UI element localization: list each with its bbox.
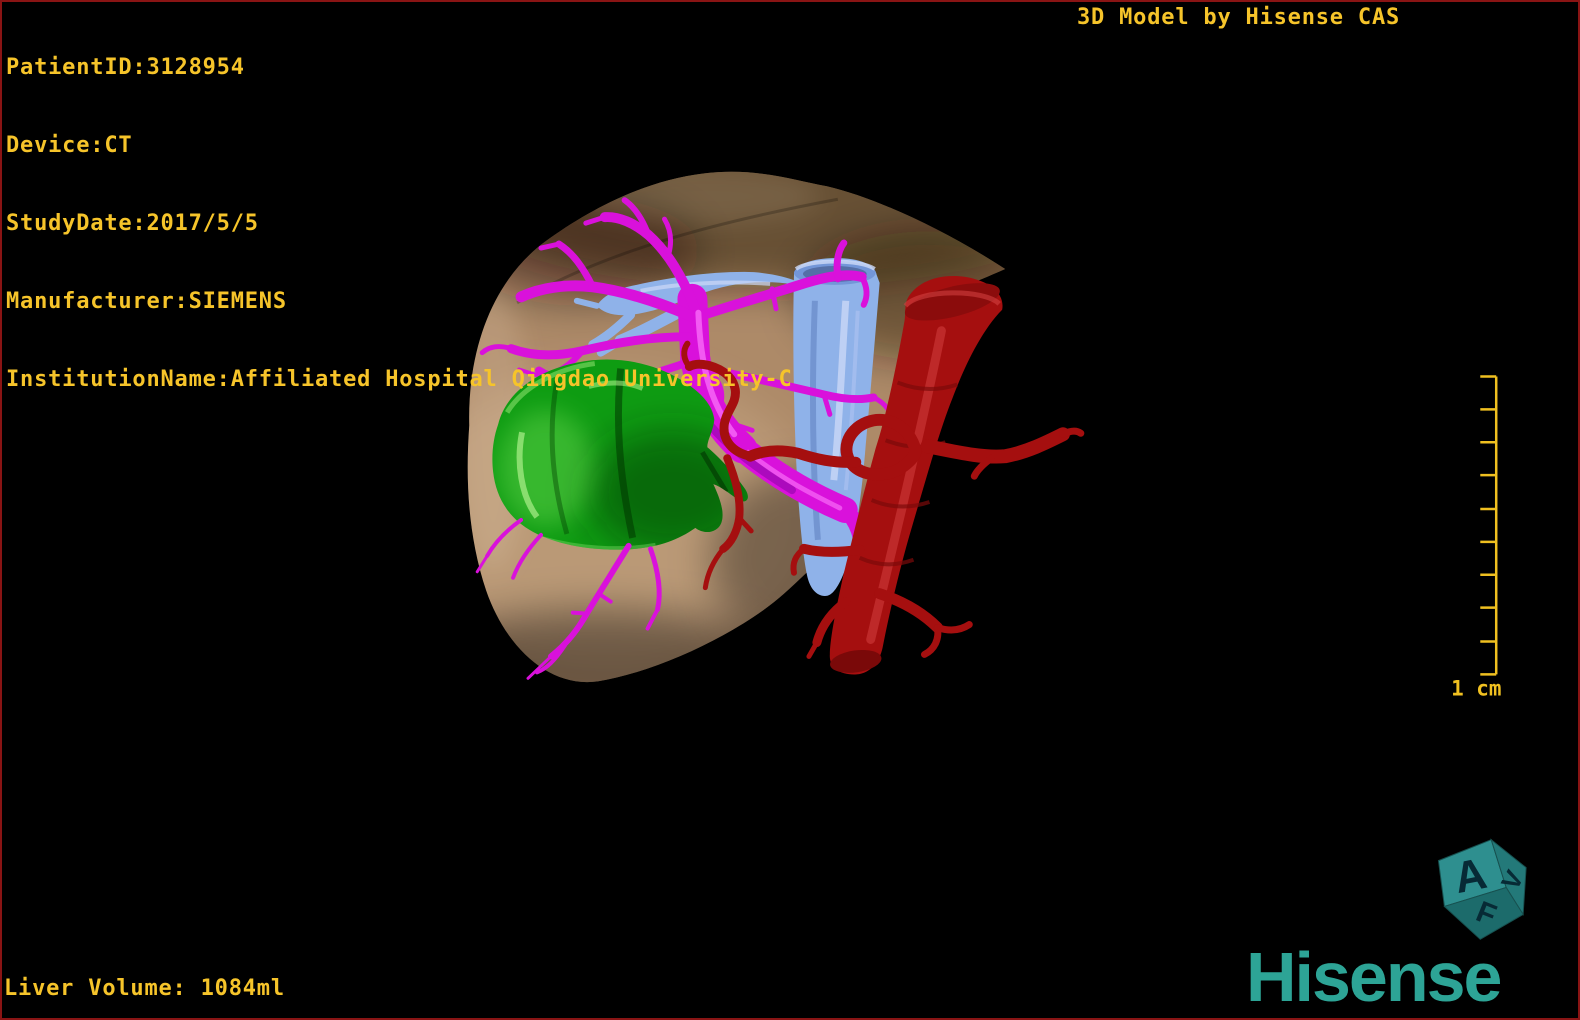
manufacturer-line: Manufacturer:SIEMENS (6, 289, 287, 314)
liver-volume-readout: Liver Volume: 1084ml (4, 976, 285, 1001)
viewer-root: 1 cm A V F PatientID:3128954 Device:CT S… (0, 0, 1580, 1020)
scale-bar-label: 1 cm (1451, 676, 1501, 700)
scale-bar: 1 cm (1451, 375, 1501, 700)
patient-id-line: PatientID:3128954 (6, 55, 245, 80)
hisense-logo: Hisense (1246, 938, 1502, 1016)
institution-line: InstitutionName:Affiliated Hospital Qing… (6, 367, 793, 392)
orientation-cube[interactable]: A V F (1437, 838, 1530, 940)
device-line: Device:CT (6, 133, 133, 158)
study-date-line: StudyDate:2017/5/5 (6, 211, 259, 236)
patient-info-overlay: PatientID:3128954 Device:CT StudyDate:20… (6, 3, 793, 445)
watermark-text: 3D Model by Hisense CAS (1077, 5, 1401, 30)
